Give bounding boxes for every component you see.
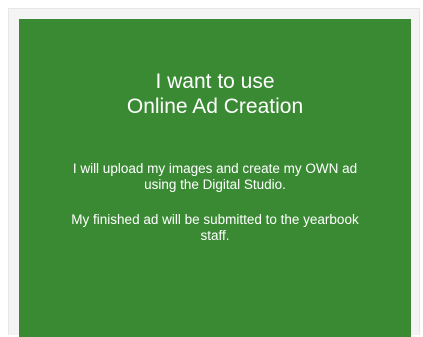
card-title: I want to use Online Ad Creation [19, 69, 411, 119]
page-frame: I want to use Online Ad Creation I will … [8, 8, 420, 337]
card-title-line-2: Online Ad Creation [126, 95, 304, 118]
online-ad-creation-option-card[interactable]: I want to use Online Ad Creation I will … [19, 19, 411, 337]
card-description: I will upload my images and create my OW… [72, 161, 358, 192]
card-note: My finished ad will be submitted to the … [71, 212, 359, 243]
card-title-line-1: I want to use [155, 70, 275, 93]
